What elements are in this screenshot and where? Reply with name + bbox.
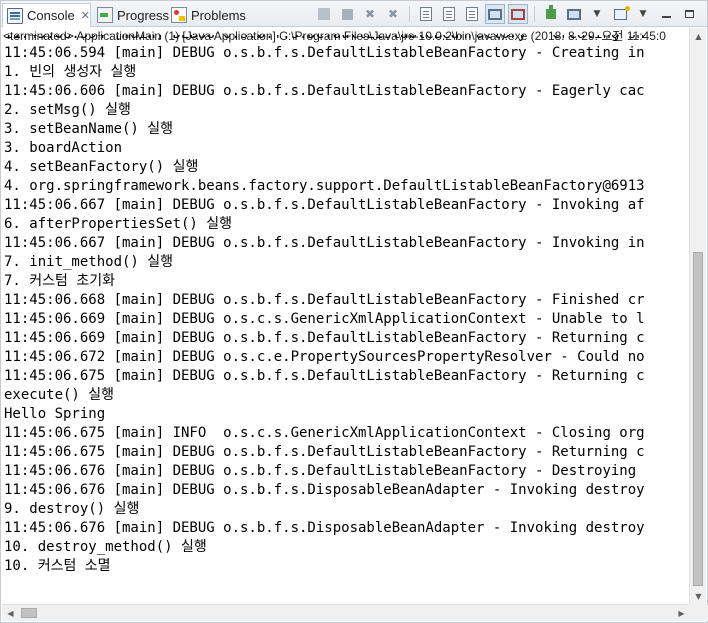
console-line: 2. setMsg() 실행 xyxy=(4,102,131,118)
console-line: 10. destroy_method() 실행 xyxy=(4,539,207,555)
console-line: 11:45:06.676 [main] DEBUG o.s.b.f.s.Disp… xyxy=(4,520,645,536)
toolbar-separator xyxy=(409,6,410,22)
problems-icon xyxy=(171,7,187,23)
console-line: execute() 실행 xyxy=(4,387,115,403)
clear-console-icon[interactable] xyxy=(416,4,436,24)
console-line: 11:45:06.675 [main] DEBUG o.s.b.f.s.Defa… xyxy=(4,368,645,384)
tab-problems-label: Problems xyxy=(191,7,246,23)
console-line: 7. 커스텀 초기화 xyxy=(4,273,115,289)
console-line: 7. init_method() 실행 xyxy=(4,254,174,270)
console-line: 11:45:06.676 [main] DEBUG o.s.b.f.s.Disp… xyxy=(4,482,645,498)
console-line: 11:45:06.606 [main] DEBUG o.s.b.f.s.Defa… xyxy=(4,83,645,99)
scroll-down-arrow-icon[interactable]: ▼ xyxy=(690,588,707,605)
console-line: 6. afterPropertiesSet() 실행 xyxy=(4,216,233,232)
console-toolbar: ✖ ✖ ▼ ▼ xyxy=(311,4,699,24)
scroll-right-arrow-icon[interactable]: ▶ xyxy=(673,605,690,622)
tab-problems[interactable]: Problems xyxy=(171,3,246,27)
progress-icon xyxy=(97,7,113,23)
console-line: 11:45:06.669 [main] DEBUG o.s.b.f.s.Defa… xyxy=(4,330,645,346)
console-line: 11:45:06.669 [main] DEBUG o.s.c.s.Generi… xyxy=(4,311,645,327)
console-line: 11:45:06.667 [main] DEBUG o.s.b.f.s.Defa… xyxy=(4,197,645,213)
stop-icon[interactable] xyxy=(337,4,357,24)
word-wrap-icon[interactable] xyxy=(462,4,482,24)
scroll-up-arrow-icon[interactable]: ▲ xyxy=(690,28,707,45)
minimize-icon[interactable] xyxy=(656,4,676,24)
console-line: 11:45:06.675 [main] DEBUG o.s.b.f.s.Defa… xyxy=(4,444,645,460)
console-line: 11:45:06.675 [main] INFO o.s.c.s.Generic… xyxy=(4,425,645,441)
display-selected-console-icon[interactable] xyxy=(564,4,584,24)
console-line: 1. 빈의 생성자 실행 xyxy=(4,64,137,80)
console-line: 11:45:06.672 [main] DEBUG o.s.c.e.Proper… xyxy=(4,349,645,365)
tab-progress[interactable]: Progress xyxy=(97,3,169,27)
terminate-icon[interactable] xyxy=(314,4,334,24)
maximize-icon[interactable] xyxy=(679,4,699,24)
horizontal-scroll-thumb[interactable] xyxy=(21,608,37,618)
console-line: 10. 커스텀 소멸 xyxy=(4,558,111,574)
scroll-lock-icon[interactable] xyxy=(439,4,459,24)
tab-console[interactable]: Console ✕ xyxy=(2,3,91,27)
tab-console-label: Console xyxy=(27,8,75,23)
console-line: 3. boardAction xyxy=(4,140,123,156)
pin-console-icon[interactable] xyxy=(541,4,561,24)
tab-progress-label: Progress xyxy=(117,7,170,23)
console-line: 11:45:06.676 [main] DEBUG o.s.b.f.s.Defa… xyxy=(4,463,637,479)
console-line: 4. org.springframework.beans.factory.sup… xyxy=(4,178,645,194)
view-tab-bar: Console ✕ Progress Problems ✖ ✖ ▼ ▼ xyxy=(1,1,707,27)
console-line: 11:45:06.668 [main] DEBUG o.s.b.f.s.Defa… xyxy=(4,292,645,308)
remove-all-terminated-icon[interactable]: ✖ xyxy=(383,4,403,24)
open-console-icon[interactable] xyxy=(610,4,630,24)
show-on-stderr-icon[interactable] xyxy=(508,4,528,24)
view-menu-icon[interactable]: ▼ xyxy=(587,4,607,24)
console-view: Console ✕ Progress Problems ✖ ✖ ▼ ▼ <ter… xyxy=(0,0,708,623)
console-line: Hello Spring xyxy=(4,406,106,422)
console-icon xyxy=(7,7,23,24)
console-line: 11:45:06.667 [main] DEBUG o.s.b.f.s.Defa… xyxy=(4,235,645,251)
close-icon[interactable]: ✕ xyxy=(81,9,90,22)
show-on-stdout-icon[interactable] xyxy=(485,4,505,24)
toolbar-separator xyxy=(534,6,535,22)
vertical-scroll-thumb[interactable] xyxy=(693,252,703,586)
scrollbar-corner xyxy=(689,604,706,621)
console-line: 4. setBeanFactory() 실행 xyxy=(4,159,199,175)
view-menu-icon[interactable]: ▼ xyxy=(633,4,653,24)
console-line: 11:45:06.594 [main] DEBUG o.s.b.f.s.Defa… xyxy=(4,45,645,61)
horizontal-scrollbar[interactable]: ◀ ▶ xyxy=(2,604,708,621)
remove-launch-icon[interactable]: ✖ xyxy=(360,4,380,24)
console-line: 9. destroy() 실행 xyxy=(4,501,140,517)
console-output[interactable]: 11:45:06.594 [main] DEBUG o.s.b.f.s.Defa… xyxy=(3,35,689,603)
vertical-scrollbar[interactable]: ▲ ▼ xyxy=(689,28,706,605)
console-line: 11:45:06.594 [main] DEBUG o.s.b.f.s.Defa… xyxy=(3,35,689,44)
scroll-left-arrow-icon[interactable]: ◀ xyxy=(2,605,19,622)
console-line: 3. setBeanName() 실행 xyxy=(4,121,174,137)
